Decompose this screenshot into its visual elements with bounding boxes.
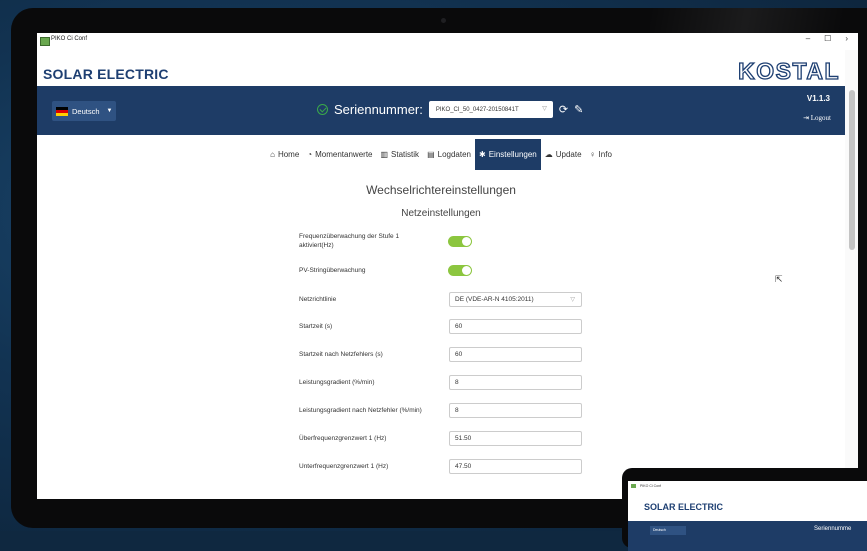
menu-logdaten[interactable]: ▤ Logdaten — [423, 139, 475, 170]
camera-icon — [441, 18, 446, 23]
gear-icon: ✱ — [479, 150, 486, 159]
power-gradient-after-fault-input[interactable]: 8 — [449, 403, 582, 418]
overfrequency-limit-value: 51.50 — [455, 435, 472, 442]
vertical-scrollbar[interactable] — [845, 50, 858, 499]
caret-down-icon: ▼ — [106, 108, 113, 114]
underfrequency-limit-input[interactable]: 47.50 — [449, 459, 582, 474]
setting-row: Startzeit (s) 60 — [299, 319, 589, 335]
check-circle-icon — [317, 104, 328, 115]
menu-home-label: Home — [277, 150, 300, 159]
setting-label: Startzeit (s) — [299, 323, 333, 330]
menu-einstellungen-label: Einstellungen — [488, 150, 537, 159]
dashboard-icon: ◔ — [307, 150, 313, 159]
setting-label: Überfrequenzgrenzwert 1 (Hz) — [299, 435, 387, 442]
mini-brand-name: SOLAR ELECTRIC — [644, 502, 724, 512]
setting-row: Überfrequenzgrenzwert 1 (Hz) 51.50 — [299, 431, 589, 447]
setting-row: Startzeit nach Netzfehlers (s) 60 — [299, 347, 589, 363]
title-bar: PIKO Ci Conf – ☐ › — [37, 33, 858, 50]
setting-row: Leistungsgradient (%/min) 8 — [299, 375, 589, 391]
version-label: V1.1.3 — [806, 94, 830, 103]
app-icon — [40, 37, 50, 46]
secondary-device: PIKO Ci Conf SOLAR ELECTRIC Deutsch Seri… — [622, 468, 867, 551]
setting-row: Leistungsgradient nach Netzfehler (%/min… — [299, 403, 589, 419]
mini-header-band: Deutsch Seriennumme — [628, 521, 867, 551]
section-title: Netzeinstellungen — [401, 208, 481, 219]
edit-icon[interactable]: ✎ — [574, 103, 583, 116]
menu-momentanwerte[interactable]: ◔ Momentanwerte — [303, 139, 376, 170]
setting-row: Netzrichtlinie DE (VDE-AR-N 4105:2011) ▽ — [299, 292, 589, 308]
main-menu: ⌂ Home ◔ Momentanwerte ▥ Statistik ▤ Logdate… — [37, 139, 845, 170]
home-icon: ⌂ — [270, 150, 275, 159]
menu-info[interactable]: ♀ Info — [586, 139, 616, 170]
power-gradient-after-fault-value: 8 — [455, 407, 459, 414]
close-button[interactable]: › — [845, 34, 848, 43]
setting-label: Leistungsgradient (%/min) — [299, 379, 375, 386]
grid-guideline-value: DE (VDE-AR-N 4105:2011) — [455, 296, 534, 303]
power-gradient-value: 8 — [455, 379, 459, 386]
minimize-button[interactable]: – — [806, 34, 810, 43]
menu-home[interactable]: ⌂ Home — [266, 139, 303, 170]
setting-label: Startzeit nach Netzfehlers (s) — [299, 351, 383, 358]
language-label: Deutsch — [72, 106, 100, 116]
language-dropdown[interactable]: Deutsch ▼ — [52, 101, 116, 121]
mini-serial-label: Seriennumme — [814, 526, 852, 532]
lightbulb-icon: ♀ — [589, 150, 596, 159]
start-time-after-fault-input[interactable]: 60 — [449, 347, 582, 362]
menu-update-label: Update — [555, 150, 582, 159]
menu-einstellungen[interactable]: ✱ Einstellungen — [475, 139, 541, 170]
window-controls: – ☐ › — [806, 34, 848, 43]
start-time-after-fault-value: 60 — [455, 351, 463, 358]
chevron-down-icon: ▽ — [542, 106, 547, 112]
chevron-down-icon: ▽ — [570, 297, 575, 303]
serial-group: Seriennummer: PIKO_CI_50_0427-20150841T … — [317, 101, 583, 118]
setting-label: Netzrichtlinie — [299, 296, 337, 303]
header-band: Deutsch ▼ Seriennummer: PIKO_CI_50_0427-… — [37, 86, 845, 135]
maximize-button[interactable]: ☐ — [824, 34, 831, 43]
pv-string-monitoring-toggle[interactable] — [448, 265, 472, 276]
menu-statistik[interactable]: ▥ Statistik — [376, 139, 423, 170]
setting-label: Leistungsgradient nach Netzfehler (%/min… — [299, 407, 422, 414]
frequency-monitoring-toggle[interactable] — [448, 236, 472, 247]
german-flag-icon — [56, 106, 68, 116]
bar-chart-icon: ▥ — [380, 150, 389, 159]
overfrequency-limit-input[interactable]: 51.50 — [449, 431, 582, 446]
setting-label: PV-Stringüberwachung — [299, 267, 366, 274]
scrollbar-thumb[interactable] — [849, 90, 855, 250]
setting-row: Unterfrequenzgrenzwert 1 (Hz) 47.50 — [299, 459, 589, 475]
start-time-input[interactable]: 60 — [449, 319, 582, 334]
window-title: PIKO Ci Conf — [51, 36, 88, 42]
logout-label: Logout — [810, 114, 831, 122]
start-time-value: 60 — [455, 323, 463, 330]
mini-window-title: PIKO Ci Conf — [640, 484, 662, 488]
menu-logdaten-label: Logdaten — [437, 150, 471, 159]
kostal-logo: KOSTAL — [738, 57, 840, 84]
cloud-icon: ☁ — [544, 150, 553, 159]
menu-momentanwerte-label: Momentanwerte — [315, 150, 373, 159]
menu-info-label: Info — [598, 150, 612, 159]
file-icon: ▤ — [427, 150, 435, 159]
serial-label: Seriennummer: — [334, 102, 423, 117]
serial-value: PIKO_CI_50_0427-20150841T — [435, 106, 519, 113]
serial-select[interactable]: PIKO_CI_50_0427-20150841T ▽ — [428, 101, 553, 118]
logout-link[interactable]: ⇥ Logout — [803, 114, 831, 122]
menu-statistik-label: Statistik — [391, 150, 420, 159]
setting-label: Unterfrequenzgrenzwert 1 (Hz) — [299, 463, 389, 470]
settings-content: Wechselrichtereinstellungen Netzeinstell… — [37, 170, 845, 499]
underfrequency-limit-value: 47.50 — [455, 463, 472, 470]
setting-label: Frequenzüberwachung der Stufe 1 aktivier… — [299, 233, 400, 249]
mouse-cursor-icon: ⇱ — [775, 274, 783, 284]
page-title: Wechselrichtereinstellungen — [366, 183, 516, 197]
brand-name: SOLAR ELECTRIC — [43, 66, 169, 82]
app-window: PIKO Ci Conf – ☐ › SOLAR ELECTRIC KOSTAL… — [37, 33, 858, 499]
secondary-screen: PIKO Ci Conf SOLAR ELECTRIC Deutsch Seri… — [628, 481, 867, 551]
refresh-icon[interactable]: ⟳ — [559, 103, 568, 116]
power-gradient-input[interactable]: 8 — [449, 375, 582, 390]
menu-update[interactable]: ☁ Update — [541, 139, 586, 170]
setting-row: Frequenzüberwachung der Stufe 1 aktivier… — [299, 232, 589, 254]
setting-row: PV-Stringüberwachung — [299, 265, 589, 279]
grid-guideline-select[interactable]: DE (VDE-AR-N 4105:2011) ▽ — [449, 292, 582, 307]
app-icon — [631, 484, 636, 488]
